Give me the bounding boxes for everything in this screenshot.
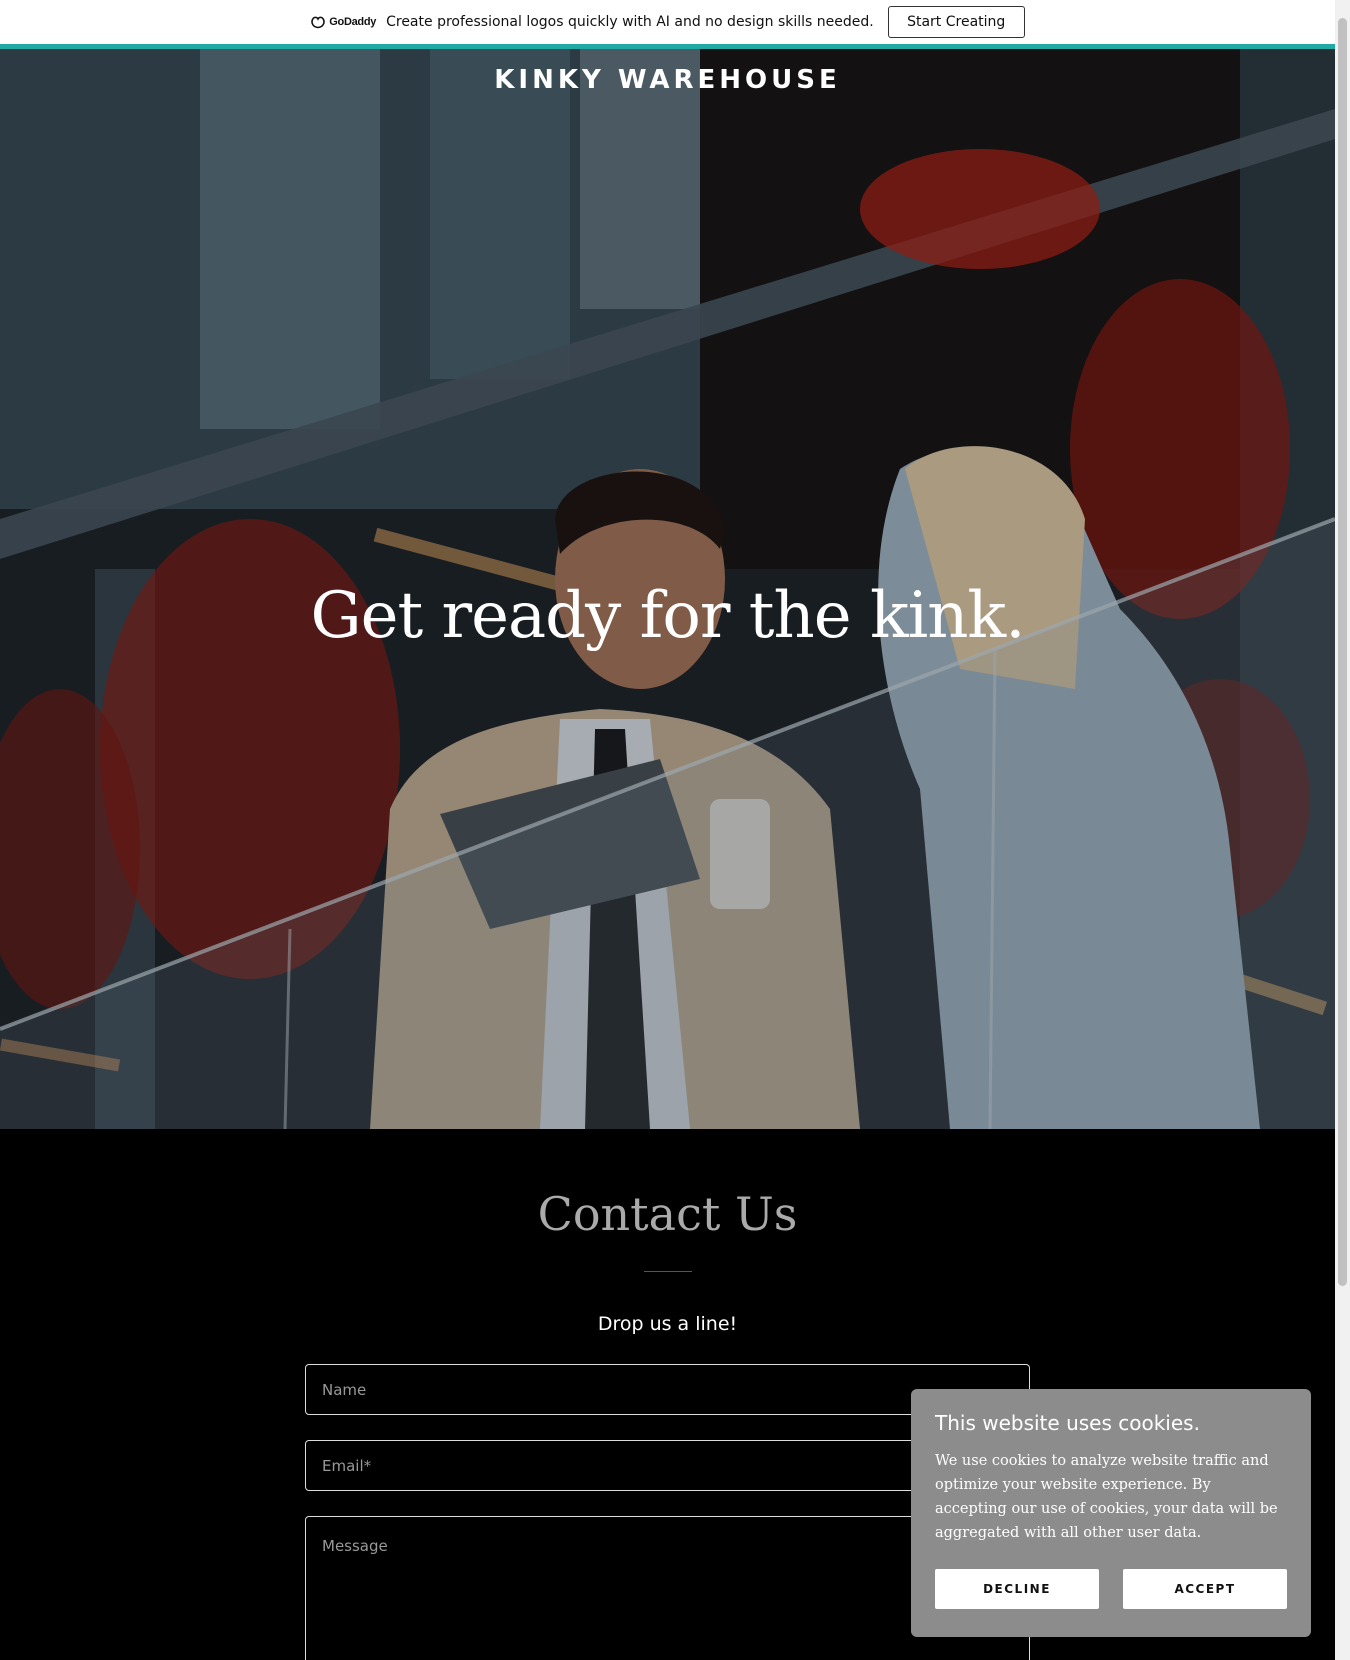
cookie-banner: This website uses cookies. We use cookie… bbox=[911, 1389, 1311, 1637]
promo-text: Create professional logos quickly with A… bbox=[386, 14, 874, 30]
accept-button[interactable]: ACCEPT bbox=[1123, 1569, 1287, 1609]
hero-tagline: Get ready for the kink. bbox=[310, 579, 1025, 653]
godaddy-brand-text: GoDaddy bbox=[329, 16, 377, 28]
contact-title: Contact Us bbox=[537, 1187, 798, 1241]
cookie-text: We use cookies to analyze website traffi… bbox=[935, 1453, 1278, 1541]
godaddy-icon bbox=[311, 16, 326, 29]
scrollbar-thumb[interactable] bbox=[1338, 18, 1347, 1286]
contact-divider bbox=[644, 1271, 692, 1272]
godaddy-logo: GoDaddy bbox=[310, 15, 376, 29]
decline-button[interactable]: DECLINE bbox=[935, 1569, 1099, 1609]
contact-subtitle: Drop us a line! bbox=[597, 1313, 738, 1335]
promo-banner: GoDaddy Create professional logos quickl… bbox=[0, 0, 1335, 44]
start-creating-button[interactable]: Start Creating bbox=[887, 6, 1025, 38]
site-title[interactable]: KINKY WAREHOUSE bbox=[0, 65, 1335, 95]
hero-section: KINKY WAREHOUSE Get ready for the kink. bbox=[0, 49, 1335, 1129]
scrollbar[interactable] bbox=[1335, 0, 1350, 1660]
cookie-title: This website uses cookies. bbox=[935, 1411, 1200, 1435]
